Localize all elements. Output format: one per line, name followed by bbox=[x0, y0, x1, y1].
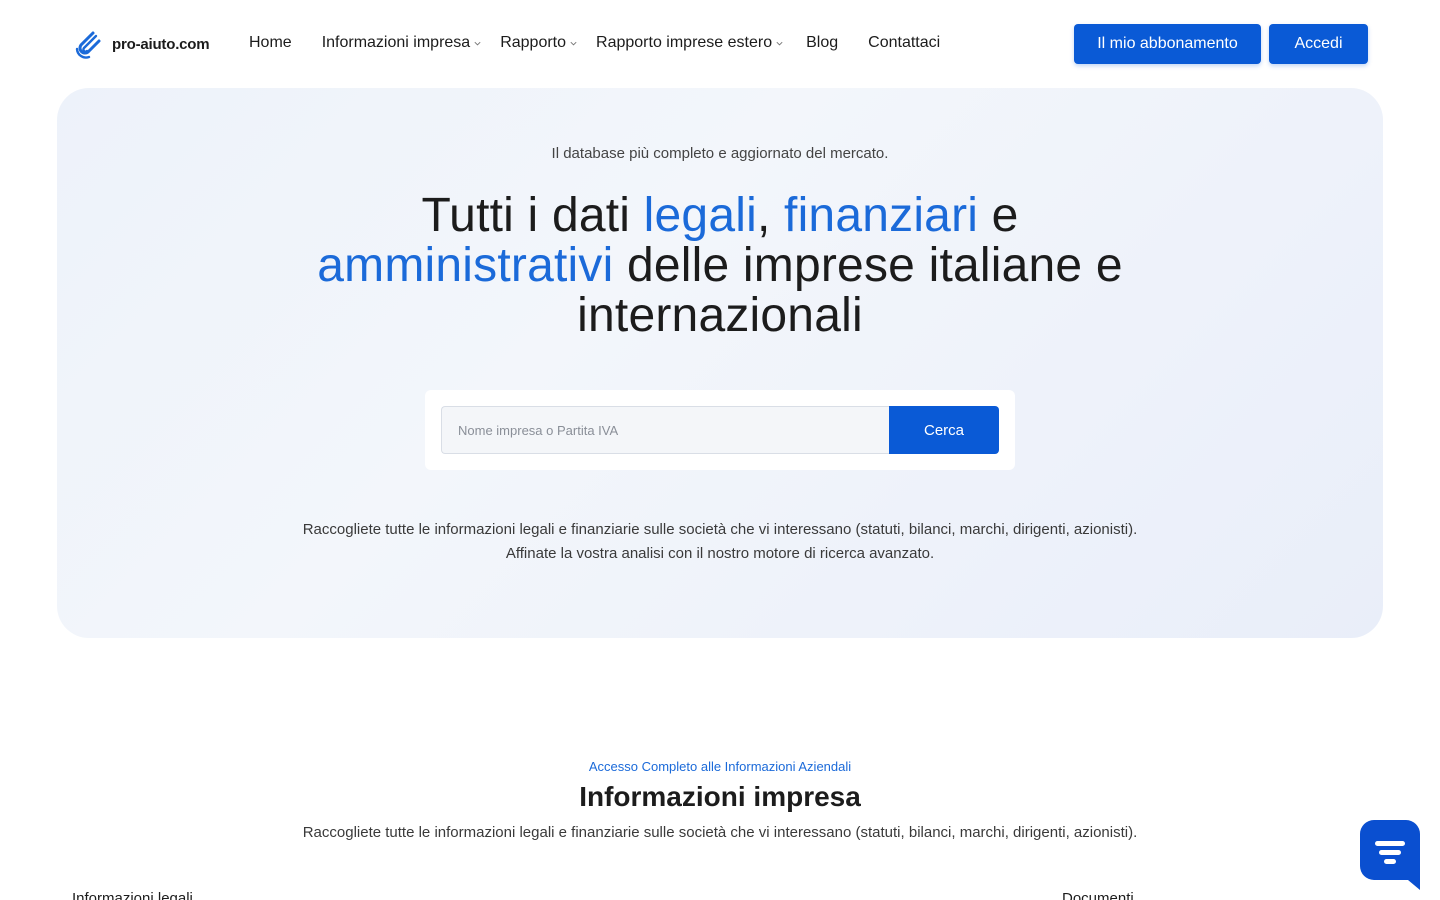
hero-title-part: delle imprese italiane e internazionali bbox=[577, 239, 1123, 342]
hero-title-highlight-finanziari: finanziari bbox=[784, 189, 979, 242]
site-header: pro-aiuto.com Home Informazioni impresa … bbox=[0, 0, 1440, 88]
paperclip-logo-icon bbox=[75, 31, 101, 59]
hero-title-highlight-legali: legali bbox=[643, 189, 757, 242]
nav-rapporto-label: Rapporto bbox=[500, 34, 567, 51]
chevron-down-icon bbox=[474, 41, 481, 45]
hero-title: Tutti i dati legali, finanziari e ammini… bbox=[270, 191, 1170, 341]
hero-title-part: , bbox=[756, 189, 785, 242]
chevron-down-icon bbox=[570, 41, 577, 45]
search-button[interactable]: Cerca bbox=[889, 406, 999, 454]
nav-info-label: Informazioni impresa bbox=[321, 34, 471, 51]
section-title: Informazioni impresa bbox=[579, 781, 861, 812]
section-column-heading-left: Informazioni legali bbox=[72, 890, 193, 900]
hero-description-line: Raccogliete tutte le informazioni legali… bbox=[302, 521, 1138, 538]
brand-name: pro-aiuto.com bbox=[112, 35, 210, 53]
nav-home[interactable]: Home bbox=[249, 31, 292, 55]
section-description: Raccogliete tutte le informazioni legali… bbox=[302, 824, 1138, 841]
section-column-heading-right: Documenti bbox=[1062, 890, 1134, 900]
brand-logo[interactable]: pro-aiuto.com bbox=[72, 28, 210, 60]
hero-title-highlight-amministrativi: amministrativi bbox=[317, 239, 614, 292]
hero-title-part: Tutti i dati bbox=[421, 189, 644, 242]
hero-title-part: e bbox=[978, 189, 1019, 242]
nav-info-impresa[interactable]: Informazioni impresa bbox=[322, 31, 483, 55]
nav-blog[interactable]: Blog bbox=[806, 31, 838, 55]
section-kicker: Accesso Completo alle Informazioni Azien… bbox=[588, 759, 852, 774]
login-button[interactable]: Accedi bbox=[1269, 24, 1368, 64]
hero-section: Il database più completo e aggiornato de… bbox=[57, 88, 1383, 638]
hero-description: Raccogliete tutte le informazioni legali… bbox=[57, 518, 1383, 566]
main-nav: Home Informazioni impresa Rapporto Rappo… bbox=[249, 31, 940, 55]
nav-blog-label: Blog bbox=[806, 34, 839, 51]
hero-kicker: Il database più completo e aggiornato de… bbox=[551, 145, 889, 162]
chat-widget-icon[interactable] bbox=[1360, 820, 1420, 890]
search-card: Cerca bbox=[425, 390, 1015, 470]
nav-rapporto[interactable]: Rapporto bbox=[500, 31, 578, 55]
nav-estero-label: Rapporto imprese estero bbox=[596, 34, 773, 51]
nav-rapporto-estero[interactable]: Rapporto imprese estero bbox=[596, 31, 784, 55]
nav-contact-label: Contattaci bbox=[868, 34, 941, 51]
subscription-button[interactable]: Il mio abbonamento bbox=[1074, 24, 1261, 64]
nav-home-label: Home bbox=[249, 34, 292, 51]
hero-description-line: Affinate la vostra analisi con il nostro… bbox=[505, 545, 935, 562]
chevron-down-icon bbox=[776, 41, 783, 45]
company-search-input[interactable] bbox=[441, 406, 889, 454]
nav-contattaci[interactable]: Contattaci bbox=[868, 31, 940, 55]
